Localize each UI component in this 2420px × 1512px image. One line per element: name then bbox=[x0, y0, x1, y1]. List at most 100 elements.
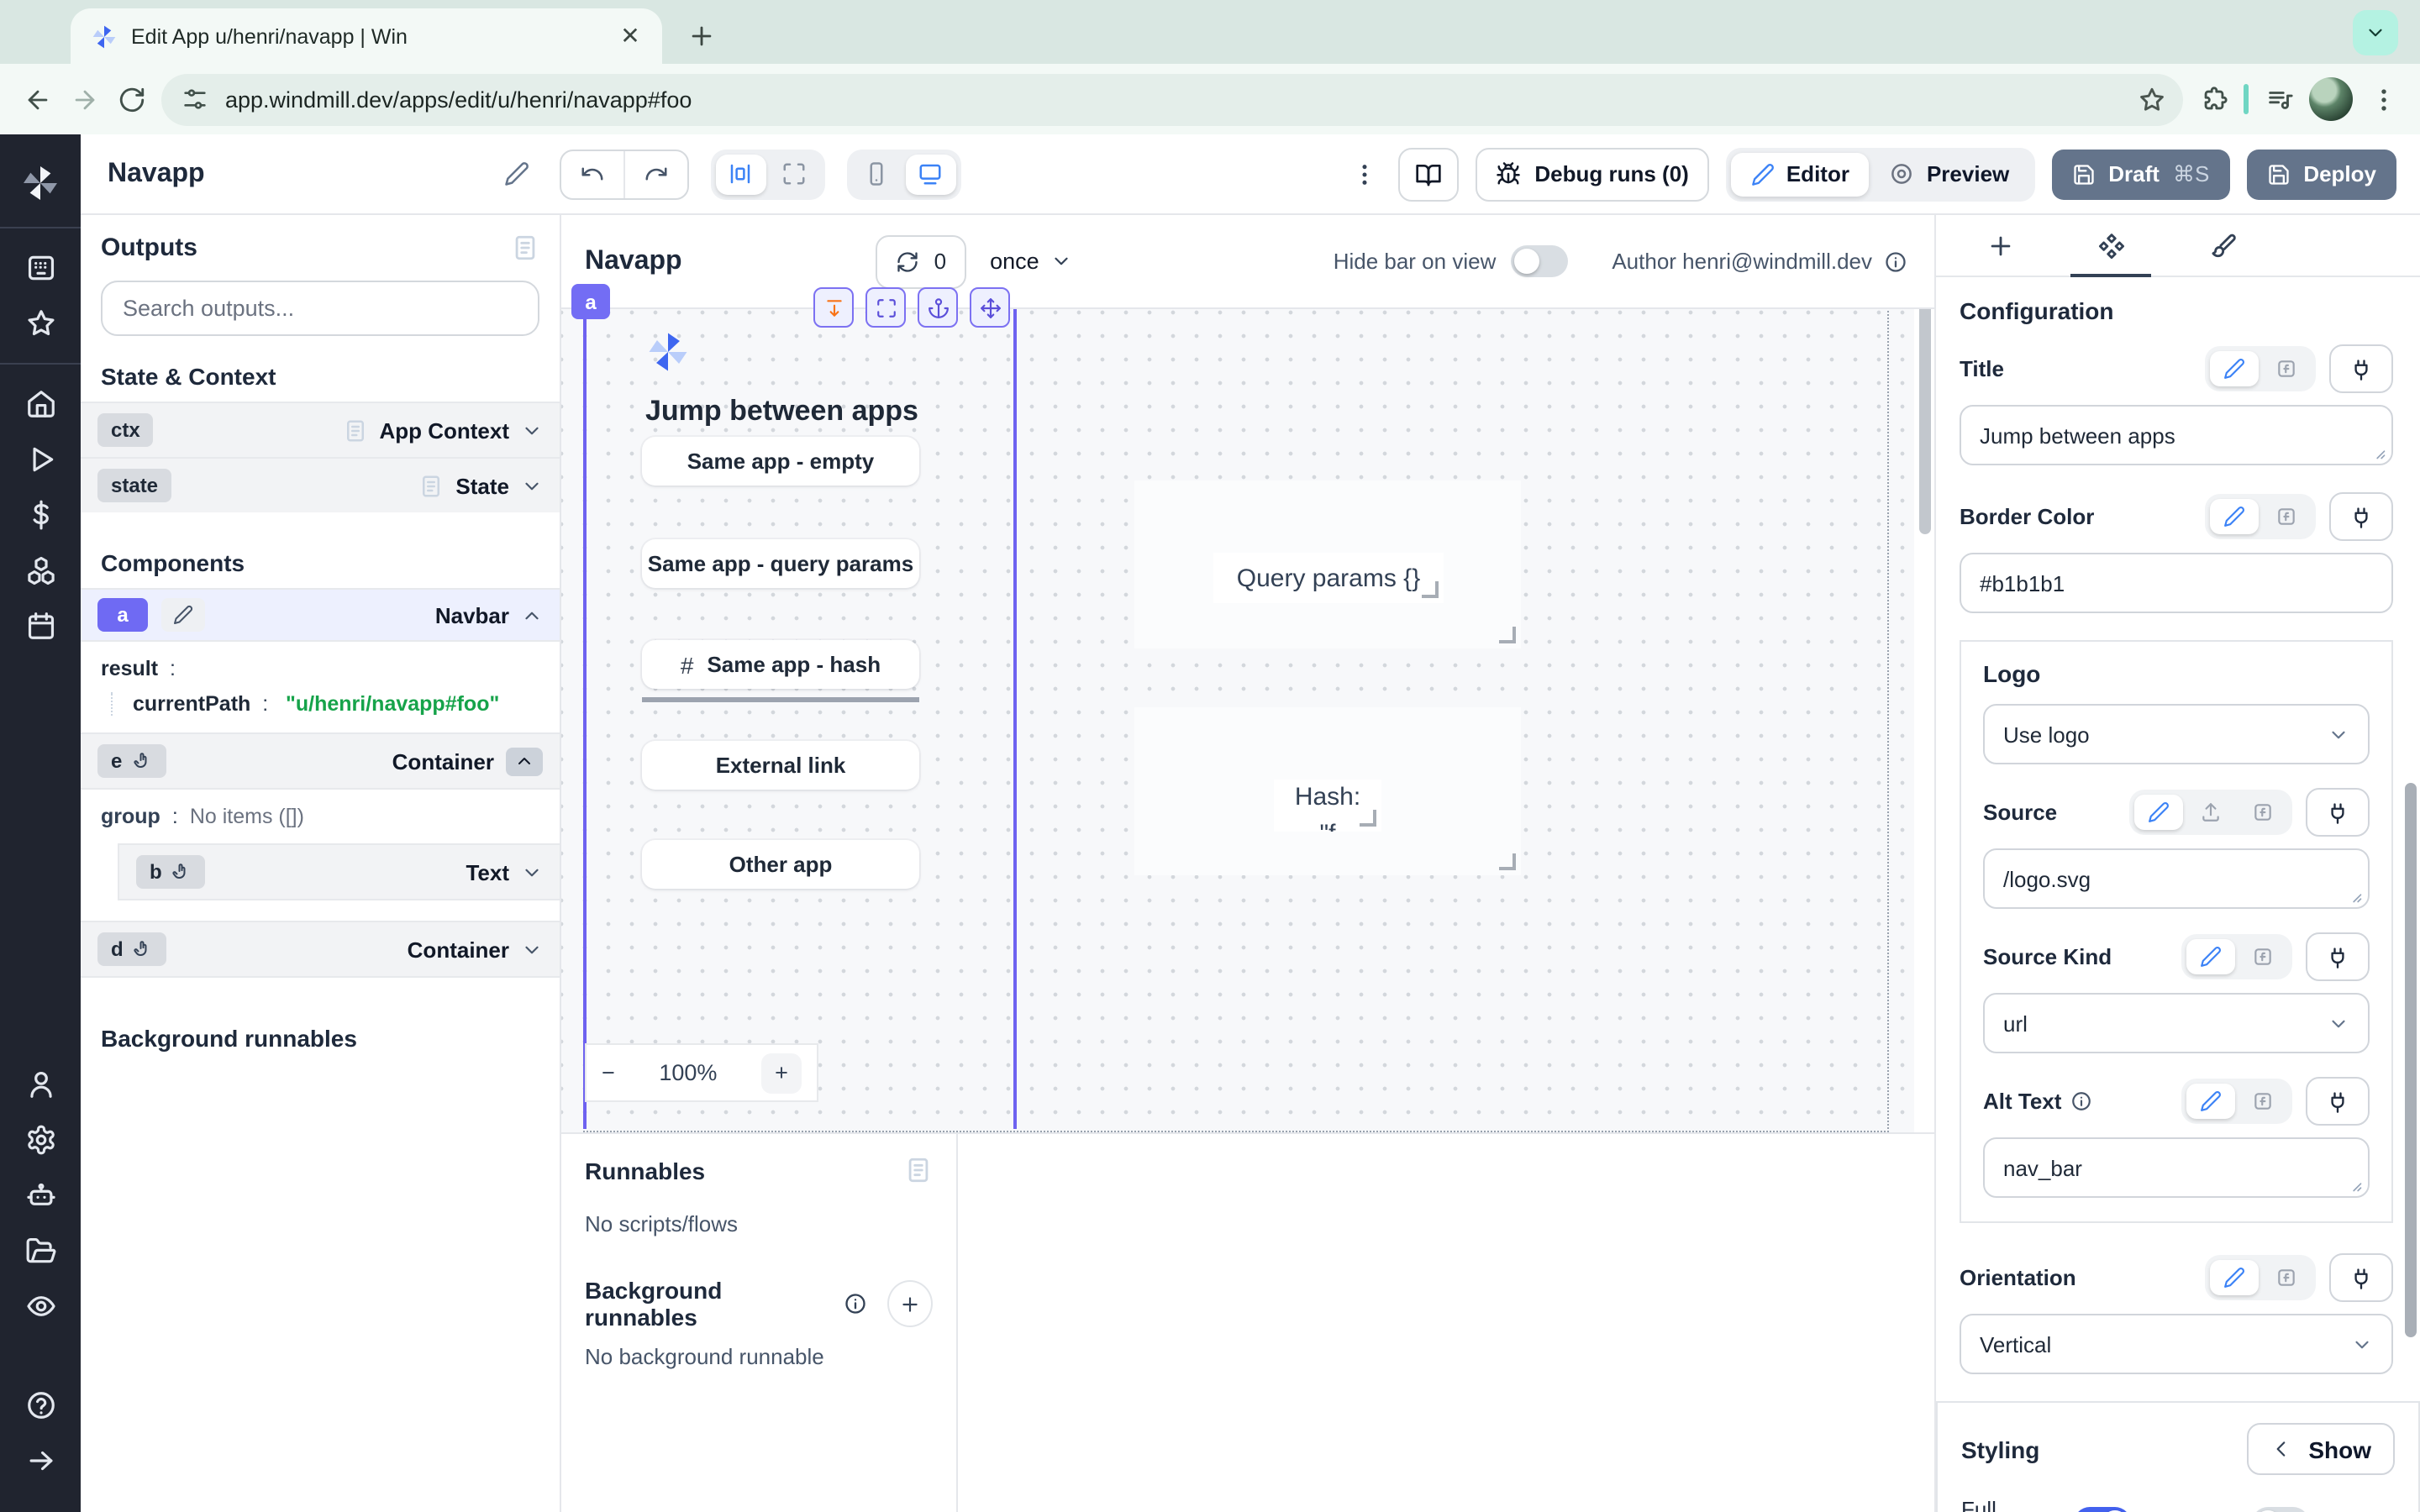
nav-item-hash[interactable]: # Same app - hash bbox=[642, 640, 919, 689]
selected-component-tag[interactable]: a bbox=[571, 284, 610, 319]
tab-close-icon[interactable]: ✕ bbox=[615, 21, 645, 51]
static-mode-button[interactable] bbox=[2186, 939, 2235, 974]
resize-grip-icon[interactable] bbox=[2346, 1176, 2363, 1193]
chevron-down-icon[interactable] bbox=[521, 938, 543, 960]
sidebar-item-variables[interactable] bbox=[24, 499, 56, 531]
connect-button[interactable] bbox=[2329, 344, 2393, 393]
bookmark-star-icon[interactable] bbox=[2138, 85, 2166, 113]
connect-button[interactable] bbox=[2329, 1253, 2393, 1302]
canvas[interactable]: a Jump between apps Same app - empty Sam… bbox=[561, 309, 1914, 1132]
chevron-down-icon[interactable] bbox=[521, 475, 543, 496]
zoom-out-button[interactable]: − bbox=[602, 1060, 615, 1085]
static-mode-button[interactable] bbox=[2134, 795, 2183, 830]
fx-mode-button[interactable] bbox=[2238, 1084, 2287, 1119]
forward-button[interactable] bbox=[67, 82, 101, 116]
sidebar-expand-button[interactable] bbox=[24, 1445, 56, 1477]
static-mode-button[interactable] bbox=[2210, 351, 2259, 386]
sidebar-item-audit[interactable] bbox=[24, 1290, 56, 1322]
extensions-button[interactable] bbox=[2196, 82, 2230, 116]
fx-mode-button[interactable] bbox=[2262, 499, 2311, 534]
component-row-container-e[interactable]: e Container bbox=[81, 732, 560, 790]
sidebar-item-settings[interactable] bbox=[24, 1124, 56, 1156]
tab-editor[interactable]: Editor bbox=[1731, 152, 1870, 196]
resize-handle[interactable] bbox=[1499, 627, 1516, 643]
nav-item-query-params[interactable]: Same app - query params bbox=[642, 539, 919, 588]
static-mode-button[interactable] bbox=[2186, 1084, 2235, 1119]
sidebar-item-help[interactable] bbox=[24, 1389, 56, 1421]
query-params-container[interactable]: Query params {} bbox=[1134, 480, 1521, 648]
nav-item-empty[interactable]: Same app - empty bbox=[642, 437, 919, 486]
sidebar-item-workers[interactable] bbox=[24, 1179, 56, 1211]
upload-mode-button[interactable] bbox=[2186, 795, 2235, 830]
browser-tab[interactable]: Edit App u/henri/navapp | Win ✕ bbox=[71, 8, 662, 64]
static-mode-button[interactable] bbox=[2210, 499, 2259, 534]
browser-menu-button[interactable] bbox=[2366, 82, 2400, 116]
centered-layout-button[interactable] bbox=[716, 154, 766, 194]
border-color-input[interactable]: #b1b1b1 bbox=[1960, 553, 2393, 613]
search-input[interactable] bbox=[119, 294, 521, 323]
refresh-button[interactable]: 0 bbox=[876, 234, 966, 288]
frequency-dropdown[interactable]: once bbox=[990, 249, 1073, 274]
media-control-button[interactable] bbox=[2262, 82, 2296, 116]
full-height-mobile-toggle[interactable] bbox=[2252, 1506, 2309, 1512]
expand-down-button[interactable] bbox=[813, 287, 854, 328]
source-kind-select[interactable]: url bbox=[1983, 993, 2370, 1053]
selection-left-edge[interactable] bbox=[583, 292, 587, 1129]
show-styling-button[interactable]: Show bbox=[2246, 1423, 2395, 1475]
connect-button[interactable] bbox=[2329, 492, 2393, 541]
selection-right-edge[interactable] bbox=[1013, 292, 1017, 1129]
address-bar[interactable]: app.windmill.dev/apps/edit/u/henri/navap… bbox=[161, 73, 2183, 125]
mobile-view-button[interactable] bbox=[852, 154, 902, 194]
sidebar-item-home[interactable] bbox=[24, 388, 56, 420]
move-button[interactable] bbox=[970, 287, 1010, 328]
reload-button[interactable] bbox=[114, 82, 148, 116]
sidebar-item-runs[interactable] bbox=[24, 444, 56, 475]
more-menu-icon[interactable] bbox=[1351, 160, 1378, 187]
source-input[interactable]: /logo.svg bbox=[1983, 848, 2370, 909]
panel-doc-icon[interactable] bbox=[904, 1156, 933, 1184]
ctx-row[interactable]: ctx App Context bbox=[81, 402, 560, 457]
sidebar-item-schedules[interactable] bbox=[24, 610, 56, 642]
sidebar-item-favorites[interactable] bbox=[24, 307, 56, 339]
fx-mode-button[interactable] bbox=[2262, 351, 2311, 386]
title-input[interactable]: Jump between apps bbox=[1960, 405, 2393, 465]
undo-button[interactable] bbox=[561, 150, 623, 197]
search-outputs[interactable] bbox=[101, 281, 539, 336]
fullwidth-layout-button[interactable] bbox=[770, 154, 820, 194]
fx-mode-button[interactable] bbox=[2238, 939, 2287, 974]
url-text[interactable]: app.windmill.dev/apps/edit/u/henri/navap… bbox=[225, 87, 2121, 112]
fx-mode-button[interactable] bbox=[2238, 795, 2287, 830]
docs-button[interactable] bbox=[1398, 147, 1459, 201]
back-button[interactable] bbox=[20, 82, 54, 116]
hash-container[interactable]: Hash: "f bbox=[1134, 707, 1521, 875]
debug-runs-button[interactable]: Debug runs (0) bbox=[1476, 147, 1708, 201]
panel-doc-icon[interactable] bbox=[511, 234, 539, 262]
chevron-down-icon[interactable] bbox=[521, 861, 543, 883]
static-mode-button[interactable] bbox=[2210, 1260, 2259, 1295]
redo-button[interactable] bbox=[623, 150, 687, 197]
draft-button[interactable]: Draft ⌘S bbox=[2051, 149, 2229, 199]
sidebar-item-users[interactable] bbox=[24, 1068, 56, 1100]
logo-select[interactable]: Use logo bbox=[1983, 704, 2370, 764]
fullscreen-button[interactable] bbox=[865, 287, 906, 328]
sidebar-item-folders[interactable] bbox=[24, 1235, 56, 1267]
full-height-desktop-toggle[interactable] bbox=[2075, 1506, 2132, 1512]
resize-grip-icon[interactable] bbox=[2346, 887, 2363, 904]
tab-search-button[interactable] bbox=[2353, 10, 2398, 55]
chevron-down-icon[interactable] bbox=[521, 419, 543, 441]
deploy-button[interactable]: Deploy bbox=[2246, 149, 2396, 199]
orientation-select[interactable]: Vertical bbox=[1960, 1314, 2393, 1374]
query-params-text[interactable]: Query params {} bbox=[1213, 553, 1444, 603]
chevron-up-icon[interactable] bbox=[521, 604, 543, 626]
sidebar-item-apps[interactable] bbox=[24, 252, 56, 284]
nav-item-other-app[interactable]: Other app bbox=[642, 840, 919, 889]
connect-button[interactable] bbox=[2306, 788, 2370, 837]
desktop-view-button[interactable] bbox=[906, 154, 956, 194]
anchor-button[interactable] bbox=[918, 287, 958, 328]
fx-mode-button[interactable] bbox=[2262, 1260, 2311, 1295]
avatar[interactable] bbox=[2309, 77, 2353, 121]
component-row-navbar[interactable]: a Navbar bbox=[81, 588, 560, 642]
component-row-text-b[interactable]: b Text bbox=[119, 843, 560, 900]
edit-id-button[interactable] bbox=[161, 598, 205, 632]
new-tab-button[interactable] bbox=[679, 13, 723, 57]
